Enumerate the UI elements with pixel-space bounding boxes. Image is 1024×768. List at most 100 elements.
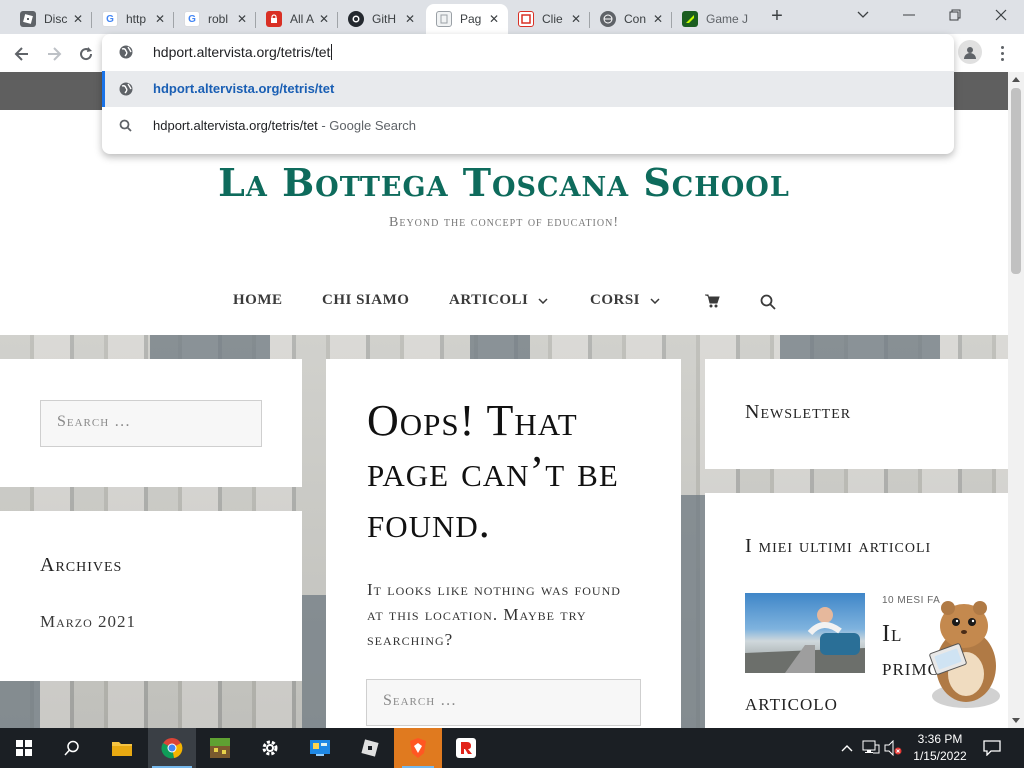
reload-icon[interactable] [74,42,98,66]
google-icon: G [102,11,118,27]
not-found-heading: Oops! That page can’t be found. [367,396,619,547]
nav-articoli[interactable]: ARTICOLI [449,292,548,309]
tab-label: robl [208,12,229,26]
scroll-up-arrow-icon[interactable] [1012,77,1020,82]
page-scrollbar[interactable] [1008,72,1024,728]
search-icon[interactable] [760,294,776,310]
restore-icon[interactable] [932,0,978,30]
tab-label: Pag [460,12,482,26]
tab-1[interactable]: Disc ✕ [10,4,92,34]
minecraft-icon[interactable] [196,728,244,768]
roblox-icon [20,11,36,27]
nav-label: CHI SIAMO [322,292,410,308]
site-title[interactable]: La Bottega Toscana School [0,160,1008,205]
tab-3[interactable]: G robl ✕ [174,4,256,34]
page-icon [436,11,452,27]
windows-taskbar: 3:36 PM 1/15/2022 [0,728,1024,768]
tab-2[interactable]: G http ✕ [92,4,174,34]
nav-label: CORSI [590,292,641,308]
omnibox-suggestion-url[interactable]: hdport.altervista.org/tetris/tet [102,71,954,107]
profile-avatar-icon[interactable] [958,40,982,64]
control-panel-icon[interactable] [296,728,344,768]
building-window [681,495,705,728]
close-icon[interactable]: ✕ [316,12,332,26]
roblox-studio-icon[interactable] [346,728,394,768]
taskbar-clock[interactable]: 3:36 PM 1/15/2022 [900,731,980,765]
new-tab-button[interactable]: + [764,6,790,28]
taskbar-search-icon[interactable] [48,728,96,768]
scroll-down-arrow-icon[interactable] [1012,718,1020,723]
scroll-thumb[interactable] [1011,88,1021,274]
google-icon: G [184,11,200,27]
globe-icon [600,11,616,27]
site-tagline: Beyond the concept of education! [389,215,619,230]
close-icon[interactable]: ✕ [70,12,86,26]
omnibox-suggestion-search[interactable]: hdport.altervista.org/tetris/tet - Googl… [102,108,954,144]
omnibox-dropdown: hdport.altervista.org/tetris/tet hdport.… [102,34,954,154]
nav-label: HOME [233,292,283,308]
notification-center-icon[interactable] [983,739,1001,757]
tab-label: Con [624,12,647,26]
tab-5[interactable]: GitH ✕ [338,4,424,34]
close-icon[interactable]: ✕ [152,12,168,26]
chrome-icon[interactable] [148,728,196,768]
article-title-line-3[interactable]: articolo [745,690,838,717]
tab-label: GitH [372,12,396,26]
page-viewport: La Bottega Toscana School Beyond the con… [0,72,1008,728]
building-window [470,335,530,359]
close-icon[interactable]: ✕ [650,12,666,26]
nav-home[interactable]: HOME [233,292,283,309]
window-close-icon[interactable] [978,0,1024,30]
file-explorer-icon[interactable] [98,728,146,768]
building-window [302,595,326,728]
tab-6-active[interactable]: Pag ✕ [426,4,508,34]
clock-date: 1/15/2022 [913,749,967,763]
tab-7[interactable]: Clie ✕ [508,4,590,34]
back-arrow-icon[interactable] [10,42,34,66]
suggestion-query: hdport.altervista.org/tetris/tet [153,118,318,133]
left-search-widget: Search … [0,359,302,487]
center-search-input[interactable]: Search … [366,679,641,726]
nav-label: ARTICOLI [449,292,529,308]
tab-label: Disc [44,12,68,26]
close-icon[interactable]: ✕ [234,12,250,26]
nav-corsi[interactable]: CORSI [590,292,660,309]
forward-arrow-icon[interactable] [42,42,66,66]
archives-link-marzo-2021[interactable]: Marzo 2021 [40,612,136,632]
article-thumbnail[interactable] [745,593,865,673]
client-icon [518,11,534,27]
suggestion-text: hdport.altervista.org/tetris/tet [153,81,335,96]
address-bar-input[interactable]: hdport.altervista.org/tetris/tet [153,44,333,60]
menu-kebab-icon[interactable] [994,42,1010,64]
minimize-icon[interactable] [886,0,932,30]
hamster-mascot-image[interactable] [914,596,1010,714]
article-title-line-1[interactable]: Il [882,621,902,648]
chevron-up-icon[interactable] [838,739,856,757]
github-icon [348,11,364,27]
address-bar[interactable]: hdport.altervista.org/tetris/tet [102,34,954,70]
archives-widget: Archives Marzo 2021 [0,511,302,681]
start-button-windows-icon[interactable] [0,728,48,768]
tab-9[interactable]: Game Jo [672,4,754,34]
newsletter-widget: Newsletter [705,359,1008,469]
chevron-down-icon [538,292,548,309]
tab-label: All A [290,12,315,26]
tab-strip: Disc ✕ G http ✕ G robl ✕ All A ✕ GitH ✕ … [0,0,1024,34]
close-icon[interactable]: ✕ [568,12,584,26]
tab-search-icon[interactable] [840,0,886,30]
left-search-input[interactable]: Search … [40,400,262,447]
network-icon[interactable] [862,739,880,757]
not-found-card: Oops! That page can’t be found. It looks… [326,359,681,728]
nav-chi-siamo[interactable]: CHI SIAMO [322,292,409,309]
roblox-player-icon[interactable] [442,728,490,768]
cart-icon[interactable] [705,294,720,308]
close-icon[interactable]: ✕ [402,12,418,26]
lock-app-icon [266,11,282,27]
settings-gear-icon[interactable] [246,728,294,768]
brave-browser-icon[interactable] [394,728,442,768]
close-icon[interactable]: ✕ [486,12,502,26]
hero-background-image: Search … Archives Marzo 2021 Oops! That … [0,335,1008,728]
tab-4[interactable]: All A ✕ [256,4,338,34]
archives-heading: Archives [40,554,123,576]
tab-8[interactable]: Con ✕ [590,4,672,34]
